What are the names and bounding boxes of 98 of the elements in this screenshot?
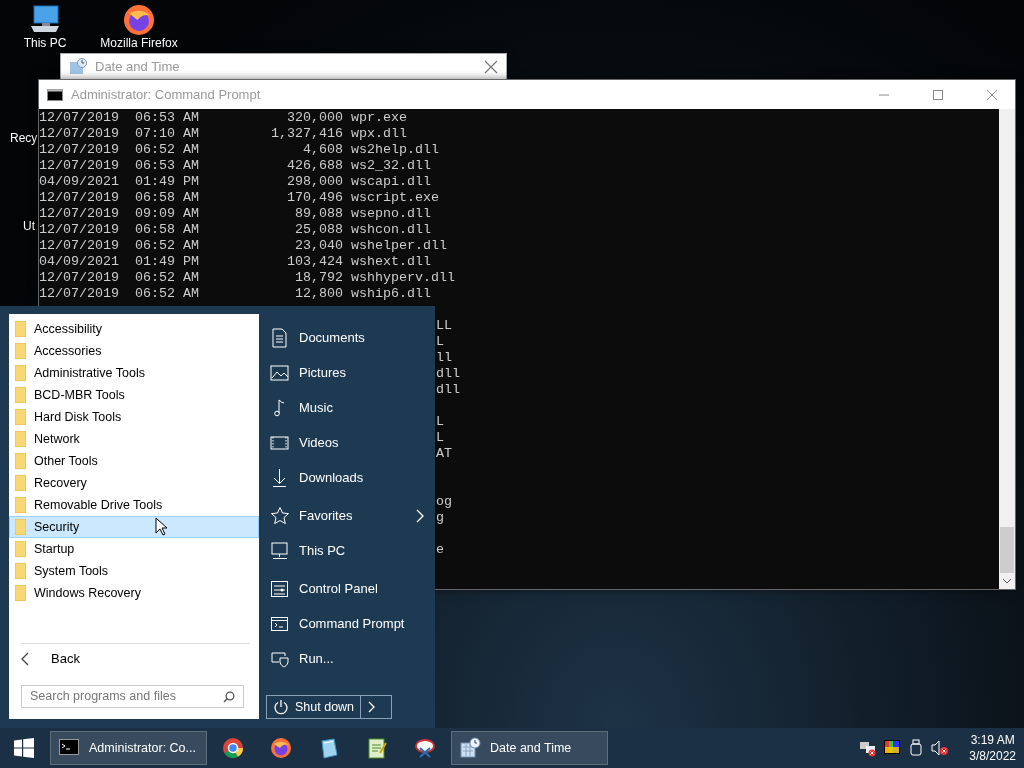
folder-icon xyxy=(15,343,26,359)
console-line: 12/07/2019 06:53 AM 426,688 ws2_32.dll xyxy=(39,158,432,174)
control-panel-icon xyxy=(270,578,290,599)
console-line: 04/09/2021 01:49 PM 103,424 wshext.dll xyxy=(39,254,432,270)
window-title: Administrator: Command Prompt xyxy=(71,85,262,104)
console-text: L xyxy=(436,414,444,429)
mouse-cursor-icon xyxy=(155,517,167,536)
console-line: 12/07/2019 06:52 AM 18,792 wshhyperv.dll xyxy=(39,270,456,286)
console-text: dll xyxy=(436,382,460,397)
console-line: 12/07/2019 06:53 AM 320,000 wpr.exe xyxy=(39,110,408,126)
console-icon xyxy=(47,88,63,101)
console-text: e xyxy=(436,542,444,557)
back-chevron-icon xyxy=(21,652,29,666)
program-folder-item[interactable]: Removable Drive Tools xyxy=(9,494,259,516)
firefox-icon xyxy=(123,4,155,36)
folder-icon xyxy=(15,585,26,601)
program-folder-item[interactable]: Other Tools xyxy=(9,450,259,472)
star-icon xyxy=(270,505,290,526)
console-line: 12/07/2019 06:58 AM 25,088 wshcon.dll xyxy=(39,222,432,238)
folder-icon xyxy=(15,563,26,579)
search-field[interactable]: Search programs and files xyxy=(21,685,244,708)
console-text: L xyxy=(436,430,444,445)
picture-icon xyxy=(270,362,290,383)
console-text: g xyxy=(436,510,444,525)
console-line: 12/07/2019 06:52 AM 12,800 wship6.dll xyxy=(39,286,432,302)
clock[interactable]: 3:19 AM 3/8/2022 xyxy=(955,732,1024,764)
folder-icon xyxy=(15,321,26,337)
scissors-icon xyxy=(414,737,436,759)
taskbar-window-button[interactable]: Date and Time xyxy=(451,731,608,765)
console-text: og xyxy=(436,494,452,509)
program-folder-item[interactable]: Accessibility xyxy=(9,318,259,340)
start-menu-link[interactable]: Music xyxy=(266,390,425,425)
close-icon[interactable] xyxy=(484,60,498,74)
chevron-down-icon[interactable] xyxy=(1002,577,1012,585)
back-button[interactable]: Back xyxy=(9,648,259,670)
console-line: 12/07/2019 06:52 AM 4,608 ws2help.dll xyxy=(39,142,440,158)
desktop-icon-label[interactable]: Ut xyxy=(23,219,35,233)
console-text: L xyxy=(436,334,444,349)
console-text: dll xyxy=(436,366,460,381)
crystal-icon xyxy=(318,737,340,759)
folder-icon xyxy=(15,519,26,535)
console-line: 12/07/2019 07:10 AM 1,327,416 wpx.dll xyxy=(39,126,408,142)
close-icon xyxy=(985,88,999,101)
program-folder-item[interactable]: Hard Disk Tools xyxy=(9,406,259,428)
console-line: 12/07/2019 06:58 AM 170,496 wscript.exe xyxy=(39,190,440,206)
firefox-icon xyxy=(270,737,292,759)
folder-icon xyxy=(15,541,26,557)
start-menu-link[interactable]: Downloads xyxy=(266,460,425,495)
chevron-right-icon xyxy=(368,701,377,713)
folder-icon xyxy=(15,453,26,469)
windows-logo-icon xyxy=(14,738,34,758)
chrome-icon xyxy=(222,737,244,759)
calendar-clock-icon xyxy=(69,58,87,76)
desktop-icon-label[interactable]: This PC xyxy=(23,36,67,50)
program-folder-item[interactable]: Startup xyxy=(9,538,259,560)
console-line: 04/09/2021 01:49 PM 298,000 wscapi.dll xyxy=(39,174,432,190)
network-disconnected-icon[interactable] xyxy=(859,739,878,757)
folder-icon xyxy=(15,475,26,491)
calendar-clock-icon xyxy=(460,737,482,759)
program-folder-item[interactable]: Network xyxy=(9,428,259,450)
start-menu-link[interactable]: Videos xyxy=(266,425,425,460)
start-menu-link[interactable]: Documents xyxy=(266,320,425,355)
window-title: Date and Time xyxy=(95,58,181,77)
power-icon xyxy=(273,699,289,715)
display-colors-icon[interactable] xyxy=(883,739,902,757)
console-line: 12/07/2019 09:09 AM 89,088 wsepno.dll xyxy=(39,206,432,222)
desktop-icon-label[interactable]: Mozilla Firefox xyxy=(100,36,178,50)
program-folder-item[interactable]: Security xyxy=(9,516,259,538)
program-folder-item[interactable]: Administrative Tools xyxy=(9,362,259,384)
maximize-icon xyxy=(931,88,945,101)
speaker-muted-icon[interactable] xyxy=(931,739,950,757)
search-icon xyxy=(223,690,235,703)
console-text: AT xyxy=(436,446,452,461)
computer-icon xyxy=(270,540,290,561)
start-menu-link[interactable]: Run... xyxy=(266,641,425,676)
program-folder-item[interactable]: System Tools xyxy=(9,560,259,582)
folder-icon xyxy=(15,431,26,447)
program-folder-item[interactable]: Windows Recovery xyxy=(9,582,259,604)
scrollbar-thumb[interactable] xyxy=(1000,527,1014,573)
console-text: LL xyxy=(436,318,452,333)
console-text: ll xyxy=(436,350,452,365)
folder-icon xyxy=(15,409,26,425)
folder-icon xyxy=(15,365,26,381)
start-menu-link[interactable]: Control Panel xyxy=(266,571,425,606)
program-folder-item[interactable]: BCD-MBR Tools xyxy=(9,384,259,406)
document-icon xyxy=(270,327,290,348)
notepad-icon xyxy=(366,737,388,759)
start-menu-link[interactable]: Pictures xyxy=(266,355,425,390)
console-line: 12/07/2019 06:52 AM 23,040 wshelper.dll xyxy=(39,238,448,254)
program-folder-item[interactable]: Recovery xyxy=(9,472,259,494)
folder-icon xyxy=(15,387,26,403)
taskbar-window-button[interactable]: Administrator: Co... xyxy=(50,731,207,765)
desktop-icon-label[interactable]: Recy xyxy=(10,131,38,145)
start-menu-link[interactable]: Favorites xyxy=(266,498,425,533)
folder-icon xyxy=(15,497,26,513)
program-folder-item[interactable]: Accessories xyxy=(9,340,259,362)
start-menu-link[interactable]: This PC xyxy=(266,533,425,568)
start-menu-link[interactable]: Command Prompt xyxy=(266,606,425,641)
